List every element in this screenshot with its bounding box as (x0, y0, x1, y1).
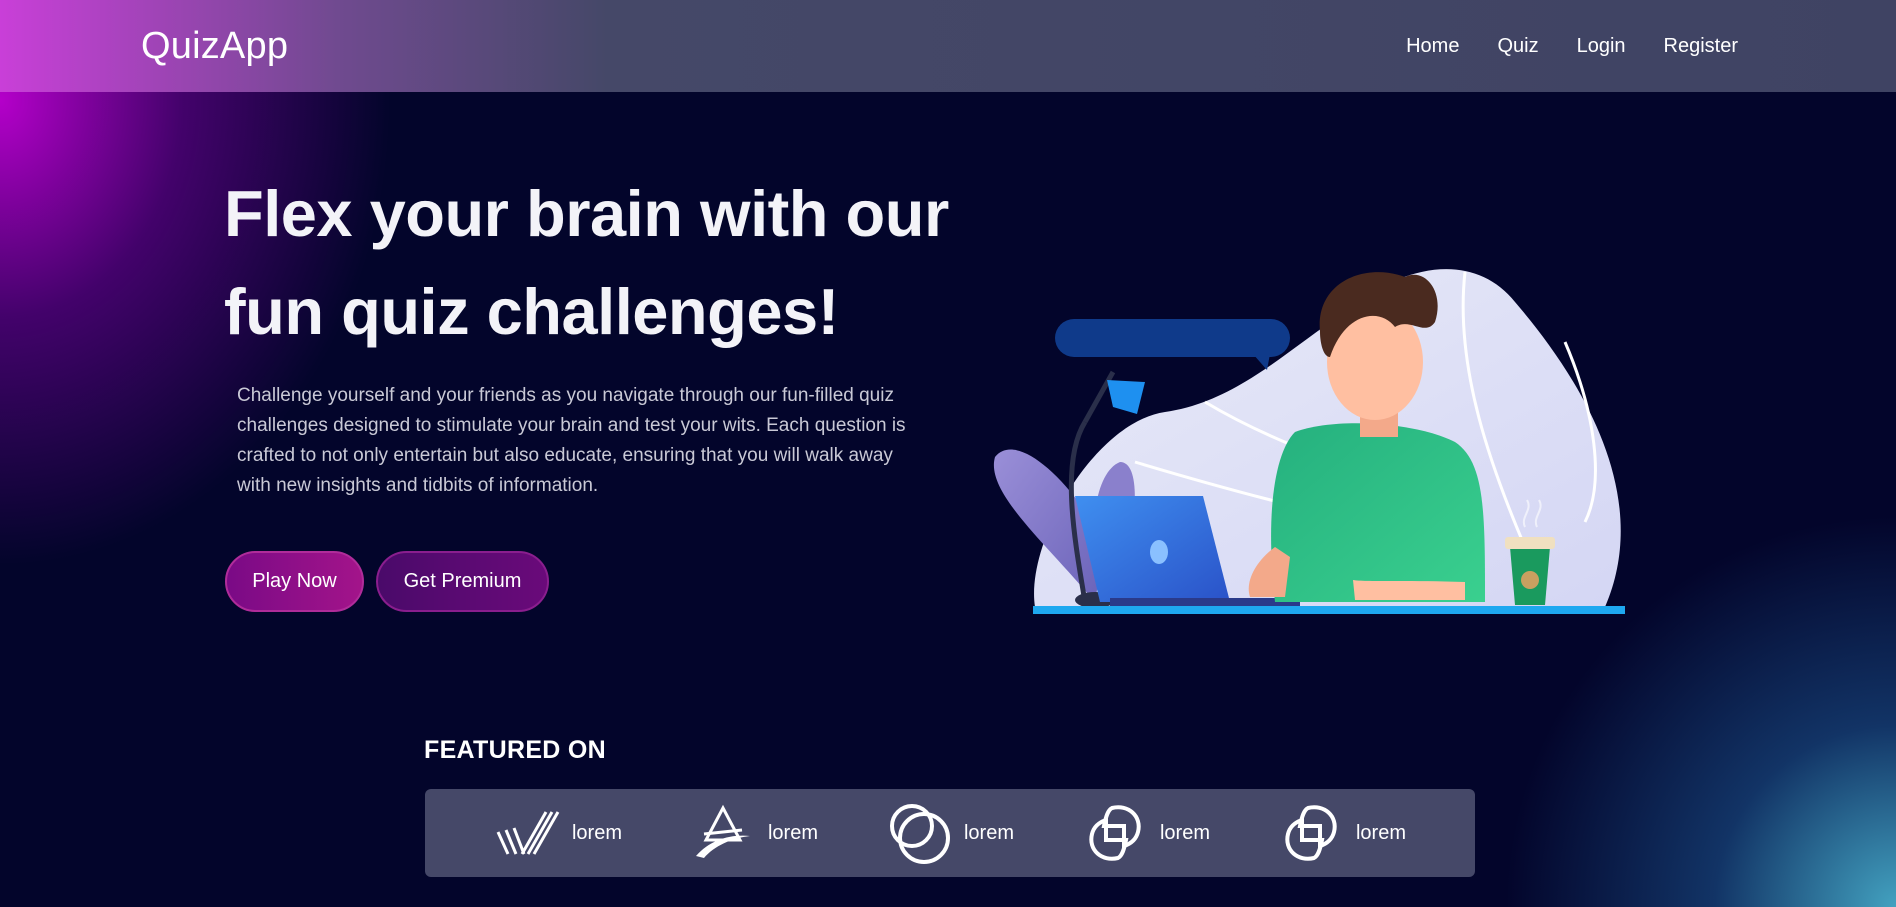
featured-logo[interactable]: lorem (494, 800, 622, 866)
desk (1033, 606, 1625, 614)
stripes-logo-icon (496, 811, 560, 855)
featured-logo[interactable]: lorem (690, 800, 818, 866)
desk-lamp (1107, 380, 1145, 414)
linked-squares-logo-icon (1089, 805, 1141, 861)
nav-link-quiz[interactable]: Quiz (1497, 35, 1538, 58)
play-now-button[interactable]: Play Now (225, 551, 364, 612)
triangle-swoosh-logo-icon (695, 804, 750, 858)
hero-title: Flex your brain with our fun quiz challe… (224, 177, 949, 348)
featured-logo-label: lorem (1355, 821, 1406, 844)
featured-logo-label: lorem (767, 821, 818, 844)
featured-logo[interactable]: lorem (1082, 800, 1210, 866)
featured-logo[interactable]: lorem (1278, 800, 1406, 866)
nav-links: Home Quiz Login Register (1406, 35, 1738, 58)
featured-title: FEATURED ON (424, 736, 606, 764)
hero-illustration (993, 269, 1625, 614)
brand-logo[interactable]: QuizApp (141, 25, 288, 68)
nav-link-home[interactable]: Home (1406, 35, 1459, 58)
linked-squares-logo-icon (1285, 805, 1337, 861)
featured-logo-label: lorem (571, 821, 622, 844)
featured-logo[interactable]: lorem (886, 800, 1014, 866)
featured-logo-label: lorem (963, 821, 1014, 844)
featured-logos-bar: lorem lorem lorem lorem lorem (425, 789, 1475, 877)
featured-logo-label: lorem (1159, 821, 1210, 844)
speech-bubble (1055, 319, 1290, 357)
hero-description: Challenge yourself and your friends as y… (237, 385, 906, 496)
navbar: QuizApp Home Quiz Login Register (0, 0, 1896, 92)
person-shirt (1271, 423, 1485, 602)
get-premium-button[interactable]: Get Premium (376, 551, 549, 612)
nav-link-login[interactable]: Login (1577, 35, 1626, 58)
overlapping-circles-logo-icon (889, 804, 950, 864)
nav-link-register[interactable]: Register (1664, 35, 1738, 58)
